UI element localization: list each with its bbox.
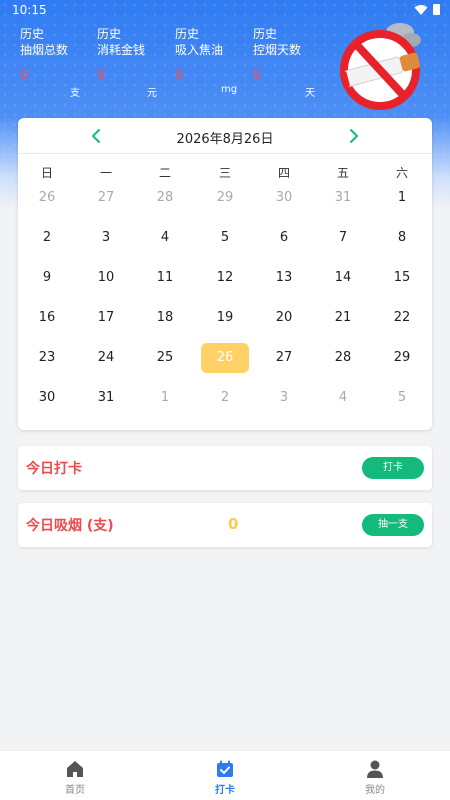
calendar-day[interactable]: 19 — [201, 303, 249, 333]
calendar-day[interactable]: 2 — [23, 223, 71, 253]
calendar-day[interactable]: 23 — [23, 343, 71, 373]
calendar-day[interactable]: 20 — [260, 303, 308, 333]
weekday-label: 六 — [395, 166, 408, 180]
weekday-label: 二 — [158, 166, 171, 180]
calendar-day[interactable]: 13 — [260, 263, 308, 293]
calendar-day[interactable]: 1 — [378, 183, 426, 213]
weekday-label: 五 — [336, 166, 349, 180]
smoke-count-label: 今日吸烟 (支) — [26, 518, 114, 534]
checkin-label: 今日打卡 — [26, 461, 82, 477]
calendar-day[interactable]: 31 — [82, 383, 130, 413]
weekday-row: 日 一 二 三 四 五 六 — [18, 164, 432, 182]
stat-unit: 支 — [70, 88, 80, 99]
calendar-day[interactable]: 1 — [141, 383, 189, 413]
checkin-button[interactable]: 打卡 — [362, 457, 424, 479]
calendar-day[interactable]: 27 — [82, 183, 130, 213]
calendar-day[interactable]: 21 — [319, 303, 367, 333]
tab-label: 打卡 — [215, 785, 235, 796]
calendar-check-icon — [217, 760, 233, 777]
smoke-one-button[interactable]: 抽一支 — [362, 514, 424, 536]
stat-line2: 控烟天数 — [253, 43, 302, 57]
calendar-day[interactable]: 4 — [141, 223, 189, 253]
stat-unit: 元 — [147, 88, 157, 99]
weekday-label: 四 — [277, 166, 290, 180]
calendar-day[interactable]: 17 — [82, 303, 130, 333]
stat-unit: mg — [221, 84, 238, 95]
tab-label: 我的 — [365, 785, 385, 796]
calendar-day[interactable]: 27 — [260, 343, 308, 373]
stat-value: 0 — [97, 68, 106, 83]
calendar-day[interactable]: 7 — [319, 223, 367, 253]
wifi-icon — [414, 5, 428, 15]
weekday-label: 三 — [218, 166, 231, 180]
calendar-day[interactable]: 25 — [141, 343, 189, 373]
weekday-label: 一 — [99, 166, 112, 180]
calendar-day[interactable]: 24 — [82, 343, 130, 373]
calendar-day[interactable]: 15 — [378, 263, 426, 293]
weekday-label: 日 — [40, 166, 53, 180]
calendar-day[interactable]: 28 — [141, 183, 189, 213]
stat-money-spent: 历史 消耗金钱 0 — [97, 26, 145, 84]
calendar-day[interactable]: 11 — [141, 263, 189, 293]
calendar-header: 2026年8月26日 — [18, 118, 432, 154]
calendar-day[interactable]: 14 — [319, 263, 367, 293]
status-time: 10:15 — [12, 3, 47, 17]
calendar-day[interactable]: 12 — [201, 263, 249, 293]
calendar-day[interactable]: 29 — [378, 343, 426, 373]
stat-control-days: 历史 控烟天数 0 — [253, 26, 301, 84]
calendar-day[interactable]: 18 — [141, 303, 189, 333]
chevron-right-icon[interactable] — [344, 127, 362, 145]
calendar-day[interactable]: 2 — [201, 383, 249, 413]
stat-line2: 消耗金钱 — [97, 43, 146, 57]
calendar-day[interactable]: 30 — [260, 183, 308, 213]
stat-value: 0 — [253, 68, 262, 83]
stat-line1: 历史 — [20, 27, 45, 41]
no-smoking-icon — [339, 23, 421, 110]
calendar-day[interactable]: 3 — [82, 223, 130, 253]
calendar-day[interactable]: 29 — [201, 183, 249, 213]
calendar-card: 2026年8月26日 日 一 二 三 四 五 六 26 27 28 29 30 … — [18, 118, 432, 430]
calendar-day[interactable]: 26 — [23, 183, 71, 213]
stat-line1: 历史 — [253, 27, 278, 41]
tab-label: 首页 — [65, 785, 85, 796]
stat-line2: 抽烟总数 — [20, 43, 69, 57]
stat-unit: 天 — [305, 88, 315, 99]
stat-tar-inhaled: 历史 吸入焦油 0 — [175, 26, 223, 84]
stat-line1: 历史 — [175, 27, 200, 41]
calendar-day[interactable]: 4 — [319, 383, 367, 413]
calendar-day[interactable]: 5 — [201, 223, 249, 253]
checkin-card: 今日打卡 打卡 — [18, 446, 432, 490]
bottom-nav: 首页 打卡 我的 — [0, 750, 450, 800]
battery-icon — [433, 4, 440, 15]
stat-total-smoked: 历史 抽烟总数 0 — [20, 26, 68, 84]
user-icon — [367, 760, 383, 778]
calendar-day[interactable]: 9 — [23, 263, 71, 293]
calendar-day[interactable]: 28 — [319, 343, 367, 373]
tab-checkin[interactable]: 打卡 — [150, 751, 300, 800]
calendar-day-today[interactable]: 26 — [201, 343, 249, 373]
home-icon — [67, 761, 83, 777]
tab-home[interactable]: 首页 — [0, 751, 150, 800]
calendar-day[interactable]: 8 — [378, 223, 426, 253]
calendar-day[interactable]: 16 — [23, 303, 71, 333]
calendar-day[interactable]: 10 — [82, 263, 130, 293]
calendar-day[interactable]: 6 — [260, 223, 308, 253]
calendar-day[interactable]: 30 — [23, 383, 71, 413]
stat-value: 0 — [175, 68, 184, 83]
smoke-count-value: 0 — [228, 515, 239, 533]
stat-value: 0 — [20, 68, 29, 83]
stat-line1: 历史 — [97, 27, 122, 41]
stat-line2: 吸入焦油 — [175, 43, 224, 57]
calendar-title: 2026年8月26日 — [176, 132, 274, 147]
tab-mine[interactable]: 我的 — [300, 751, 450, 800]
calendar-day[interactable]: 5 — [378, 383, 426, 413]
calendar-day[interactable]: 31 — [319, 183, 367, 213]
smoke-count-card: 今日吸烟 (支) 0 抽一支 — [18, 503, 432, 547]
calendar-day[interactable]: 22 — [378, 303, 426, 333]
calendar-day[interactable]: 3 — [260, 383, 308, 413]
